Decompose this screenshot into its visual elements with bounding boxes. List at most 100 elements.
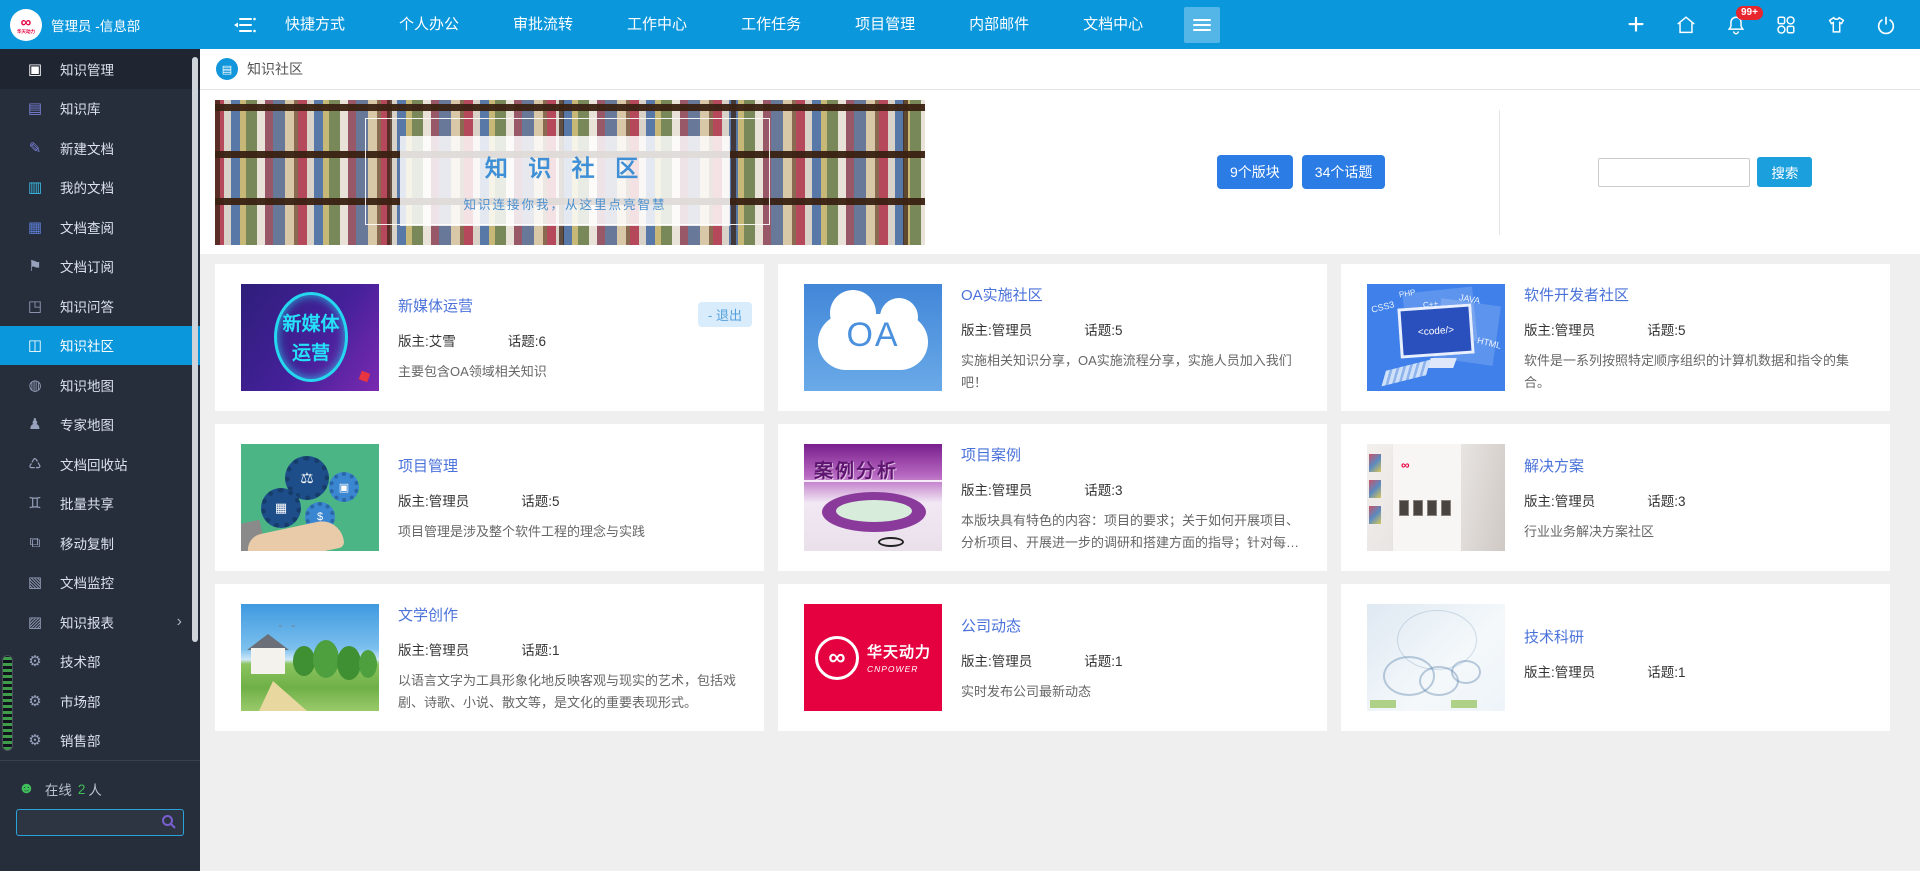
company-logo-icon[interactable]: ∞ 华天动力 — [10, 9, 42, 41]
solution-card-image[interactable]: ∞ — [1367, 444, 1505, 551]
owner-label: 版主: — [961, 323, 992, 338]
sidebar-drag-handle[interactable] — [2, 655, 13, 751]
sidebar-item-knowledge-map[interactable]: ◍ 知识地图 — [0, 365, 200, 405]
literature-card-image[interactable]: ⌄ ⌄ — [241, 604, 379, 711]
sidebar-item-market-department[interactable]: ⚙ 市场部 — [0, 681, 200, 721]
owner-value: 管理员 — [992, 323, 1033, 338]
card-title-link[interactable]: 项目案例 — [961, 444, 1021, 465]
plus-icon[interactable]: + — [1624, 13, 1648, 37]
online-count: 2 — [78, 782, 86, 797]
theme-icon[interactable] — [1824, 13, 1848, 37]
card-title-link[interactable]: 项目管理 — [398, 455, 458, 476]
sidebar-item-expert-map[interactable]: ♟ 专家地图 — [0, 405, 200, 445]
logo-brand-text: 华天动力 — [17, 30, 35, 35]
card-title-link[interactable]: 公司动态 — [961, 615, 1021, 636]
card-title-link[interactable]: 解决方案 — [1524, 455, 1584, 476]
sidebar-item-document-recycle-bin[interactable]: ♺ 文档回收站 — [0, 444, 200, 484]
banner-title: 知 识 社 区 — [485, 149, 645, 183]
community-card: ⌄ ⌄ 文学创作 版主:管理员 话题:1 以语言文字为工具形象化地反映客观与现 — [215, 584, 764, 731]
banner-caption-box: 知 识 社 区 知识连接你我，从这里点亮智慧 — [400, 136, 730, 226]
book-icon: ▤ — [25, 99, 45, 117]
sidebar-item-batch-share[interactable]: ♊ 批量共享 — [0, 484, 200, 524]
nav-item-project-management[interactable]: 项目管理 — [828, 0, 942, 49]
card-meta: 版主:管理员 话题:5 — [398, 490, 746, 510]
home-icon[interactable] — [1674, 13, 1698, 37]
nav-item-shortcuts[interactable]: 快捷方式 — [258, 0, 372, 49]
card-meta: 版主:管理员 话题:3 — [1524, 490, 1872, 510]
sidebar-item-my-documents[interactable]: ▥ 我的文档 — [0, 168, 200, 208]
topics-label: 话题: — [508, 334, 539, 349]
sidebar-item-new-document[interactable]: ✎ 新建文档 — [0, 128, 200, 168]
topics-value: 6 — [539, 334, 547, 349]
path-shape — [259, 681, 307, 711]
briefcase-icon: ▣ — [25, 60, 45, 78]
card-title-link[interactable]: OA实施社区 — [961, 284, 1043, 305]
sidebar-search-input[interactable] — [16, 809, 184, 836]
sidebar-item-move-copy[interactable]: ⧉ 移动复制 — [0, 523, 200, 563]
search-button[interactable]: 搜索 — [1757, 157, 1812, 187]
bell-icon[interactable]: 99+ — [1724, 13, 1748, 37]
more-menus-button[interactable] — [1184, 7, 1220, 43]
card-title-link[interactable]: 软件开发者社区 — [1524, 284, 1629, 305]
sidebar-item-knowledge-management[interactable]: ▣ 知识管理 — [0, 49, 200, 89]
nav-item-work-tasks[interactable]: 工作任务 — [714, 0, 828, 49]
nav-item-approval-flow[interactable]: 审批流转 — [486, 0, 600, 49]
apps-icon[interactable] — [1774, 13, 1798, 37]
image-text: C++ — [1423, 299, 1439, 310]
sidebar-item-label: 新建文档 — [60, 138, 114, 158]
decor-wall — [1461, 444, 1505, 551]
card-title-link[interactable]: 新媒体运营 — [398, 295, 473, 316]
new-media-card-image[interactable]: 新媒体 运营 — [241, 284, 379, 391]
topics-value: 3 — [1678, 494, 1686, 509]
neon-ring: 新媒体 运营 — [274, 292, 348, 382]
sidebar-scrollbar[interactable] — [192, 57, 198, 642]
tech-research-card-image[interactable] — [1367, 604, 1505, 711]
topics-value: 5 — [1678, 323, 1686, 338]
watermark-chip — [1451, 700, 1477, 708]
community-banner: 知 识 社 区 知识连接你我，从这里点亮智慧 9个版块 34个话题 搜索 — [200, 90, 1920, 254]
community-search-input[interactable] — [1598, 158, 1750, 187]
project-management-card-image[interactable]: ⚖ ▦ ▣ $ — [241, 444, 379, 551]
card-title-link[interactable]: 技术科研 — [1524, 626, 1584, 647]
power-icon[interactable] — [1874, 13, 1898, 37]
sidebar-item-document-monitor[interactable]: ▧ 文档监控 — [0, 563, 200, 603]
sidebar-item-document-subscription[interactable]: ⚑ 文档订阅 — [0, 247, 200, 287]
sidebar-item-knowledge-reports[interactable]: ▨ 知识报表 › — [0, 602, 200, 642]
sidebar-item-knowledge-base[interactable]: ▤ 知识库 — [0, 89, 200, 129]
infinity-logo-icon: ∞ — [815, 636, 859, 680]
sidebar-item-tech-department[interactable]: ⚙ 技术部 — [0, 642, 200, 682]
gear-shape: ▦ — [261, 488, 301, 528]
topics-value: 5 — [1115, 323, 1123, 338]
collapse-menu-icon[interactable] — [232, 13, 258, 37]
oa-cloud-card-image[interactable]: OA — [804, 284, 942, 391]
developer-card-image[interactable]: <code/> PHP CSS3 C++ JAVA HTML — [1367, 284, 1505, 391]
owner-value: 管理员 — [992, 654, 1033, 669]
user-label[interactable]: 管理员 -信息部 — [51, 15, 140, 35]
sidebar-item-document-review[interactable]: ▦ 文档查阅 — [0, 207, 200, 247]
card-title-link[interactable]: 文学创作 — [398, 604, 458, 625]
sidebar-item-knowledge-qa[interactable]: ◳ 知识问答 — [0, 286, 200, 326]
nav-item-document-center[interactable]: 文档中心 — [1056, 0, 1170, 49]
image-logo: ∞ — [1401, 458, 1410, 472]
company-news-card-image[interactable]: ∞ 华天动力 CNPOWER — [804, 604, 942, 711]
nav-item-work-center[interactable]: 工作中心 — [600, 0, 714, 49]
quit-community-button[interactable]: - 退出 — [698, 302, 752, 327]
birds-shape: ⌄ ⌄ — [277, 620, 299, 629]
search-icon[interactable] — [161, 814, 177, 830]
topbar-brand-area: ∞ 华天动力 管理员 -信息部 — [0, 9, 200, 41]
case-analysis-card-image[interactable]: 案例分析 — [804, 444, 942, 551]
banner-divider — [1499, 110, 1500, 235]
sidebar-item-label: 知识问答 — [60, 296, 114, 316]
sections-count-button[interactable]: 9个版块 — [1217, 155, 1293, 189]
community-card: ∞ 华天动力 CNPOWER 公司动态 版主:管理员 话题:1 实时发布公司最新… — [778, 584, 1327, 731]
qa-icon: ◳ — [25, 297, 45, 315]
card-description: 实施相关知识分享，OA实施流程分享，实施人员加入我们吧！ — [961, 350, 1309, 392]
topics-label: 话题: — [1647, 323, 1678, 338]
nav-item-internal-mail[interactable]: 内部邮件 — [942, 0, 1056, 49]
topics-count-button[interactable]: 34个话题 — [1302, 155, 1386, 189]
sidebar-item-sales-department[interactable]: ⚙ 销售部 — [0, 721, 200, 761]
sidebar-item-knowledge-community[interactable]: ◫ 知识社区 — [0, 326, 200, 366]
card-description: 主要包含OA领域相关知识 — [398, 361, 746, 382]
watermark-chip — [1370, 700, 1396, 708]
nav-item-personal-office[interactable]: 个人办公 — [372, 0, 486, 49]
